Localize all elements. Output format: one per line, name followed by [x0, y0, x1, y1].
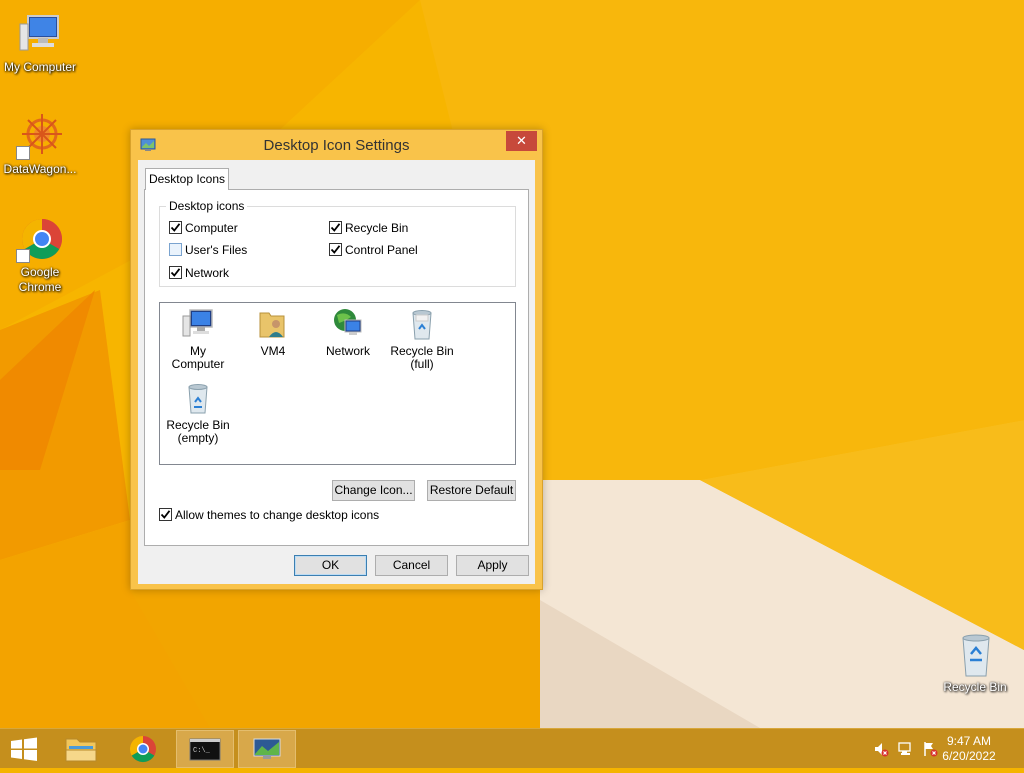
checkbox-label: User's Files: [185, 243, 248, 257]
dialog-client-area: Desktop Icons Desktop icons Computer Rec…: [138, 160, 535, 584]
checkbox-network[interactable]: Network: [169, 266, 229, 282]
desktop-icon-settings-icon: [253, 738, 281, 759]
close-button[interactable]: ✕: [506, 131, 537, 151]
clock-time: 9:47 AM: [946, 734, 992, 748]
list-item-vm4[interactable]: VM4: [237, 307, 309, 358]
checkbox-computer[interactable]: Computer: [169, 221, 238, 237]
volume-muted-icon[interactable]: [873, 741, 889, 757]
apply-button[interactable]: Apply: [456, 555, 529, 576]
network-tray-icon[interactable]: [898, 741, 914, 757]
checkbox-label: Recycle Bin: [345, 221, 409, 235]
start-button[interactable]: [0, 730, 48, 768]
list-item-my-computer[interactable]: My Computer: [162, 307, 234, 371]
user-folder-icon: [256, 307, 290, 341]
checkbox-allow-themes[interactable]: Allow themes to change desktop icons: [159, 508, 379, 524]
checkbox-recycle-bin[interactable]: Recycle Bin: [329, 221, 408, 237]
file-explorer-icon: [65, 738, 97, 762]
recycle-bin-full-icon: [405, 307, 439, 341]
desktop-icon-recycle-bin[interactable]: Recycle Bin: [935, 630, 1015, 695]
clock-date: 6/20/2022: [942, 749, 996, 763]
desktop-icon-label: Google Chrome: [18, 265, 62, 294]
shortcut-arrow-icon: [16, 146, 30, 160]
checkbox-box: [169, 243, 182, 256]
checkbox-control-panel[interactable]: Control Panel: [329, 243, 418, 259]
chrome-icon: [16, 215, 64, 263]
close-icon: ✕: [516, 133, 527, 148]
tab-desktop-icons[interactable]: Desktop Icons: [145, 168, 229, 190]
checkmark-icon: [170, 268, 181, 277]
list-item-sublabel: (empty): [177, 431, 219, 445]
list-item-label: My Computer: [171, 344, 225, 371]
change-icon-button[interactable]: Change Icon...: [332, 480, 415, 501]
computer-icon: [181, 307, 215, 341]
restore-default-button[interactable]: Restore Default: [427, 480, 516, 501]
shortcut-arrow-icon: [16, 249, 30, 263]
desktop-icon-label: My Computer: [3, 60, 77, 74]
desktop-icon-label: DataWagon...: [3, 162, 77, 176]
list-item-sublabel: (full): [410, 357, 434, 371]
checkmark-icon: [330, 223, 341, 232]
taskbar-desktop-icon-settings[interactable]: [238, 730, 296, 768]
title-bar[interactable]: Desktop Icon Settings ✕: [131, 130, 542, 160]
list-item-label: VM4: [260, 344, 286, 358]
taskbar-chrome[interactable]: [114, 730, 172, 768]
checkbox-label: Control Panel: [345, 243, 418, 257]
desktop-icon-datawagon[interactable]: DataWagon...: [0, 112, 80, 177]
computer-icon: [16, 10, 64, 58]
checkbox-users-files[interactable]: User's Files: [169, 243, 247, 259]
checkmark-icon: [160, 510, 171, 519]
chrome-icon: [129, 735, 156, 763]
checkbox-box: [159, 508, 172, 521]
taskbar-command-prompt[interactable]: C:\_: [176, 730, 234, 768]
list-item-recycle-bin-full[interactable]: Recycle Bin (full): [386, 307, 458, 371]
desktop-icon-settings-dialog: Desktop Icon Settings ✕ Desktop Icons De…: [130, 129, 543, 590]
list-item-network[interactable]: Network: [312, 307, 384, 358]
checkbox-box: [329, 221, 342, 234]
list-item-label: Network: [325, 344, 370, 358]
checkbox-label: Allow themes to change desktop icons: [175, 508, 380, 522]
checkbox-label: Computer: [185, 221, 238, 235]
cancel-button[interactable]: Cancel: [375, 555, 448, 576]
dialog-title: Desktop Icon Settings: [263, 137, 410, 154]
windows-logo-icon: [11, 737, 37, 761]
desktop-icons-group: Desktop icons Computer Recycle Bin User'…: [159, 199, 516, 287]
taskbar-clock[interactable]: 9:47 AM 6/20/2022: [936, 734, 1002, 764]
group-label: Desktop icons: [166, 199, 248, 213]
checkmark-icon: [330, 245, 341, 254]
recycle-bin-icon: [951, 630, 999, 678]
command-prompt-icon: C:\_: [189, 738, 221, 761]
desktop-icon-google-chrome[interactable]: Google Chrome: [0, 215, 80, 295]
tab-panel: Desktop icons Computer Recycle Bin User'…: [144, 189, 529, 546]
desktop-icon-my-computer[interactable]: My Computer: [0, 10, 80, 75]
list-item-recycle-bin-empty[interactable]: Recycle Bin (empty): [162, 381, 234, 445]
ok-button[interactable]: OK: [294, 555, 367, 576]
checkbox-label: Network: [185, 266, 230, 280]
svg-text:C:\_: C:\_: [193, 747, 211, 755]
network-globe-icon: [331, 307, 365, 341]
checkbox-box: [169, 221, 182, 234]
taskbar: C:\_ 9:47 AM 6/20/2022: [0, 728, 1024, 768]
taskbar-file-explorer[interactable]: [52, 730, 110, 768]
desktop-icon-label: Recycle Bin: [943, 680, 1007, 694]
checkbox-box: [329, 243, 342, 256]
checkbox-box: [169, 266, 182, 279]
recycle-bin-empty-icon: [181, 381, 215, 415]
icon-list-view[interactable]: My Computer VM4 Network Recycle Bin (ful…: [159, 302, 516, 465]
checkmark-icon: [170, 223, 181, 232]
datawagon-logo-icon: [16, 112, 64, 160]
